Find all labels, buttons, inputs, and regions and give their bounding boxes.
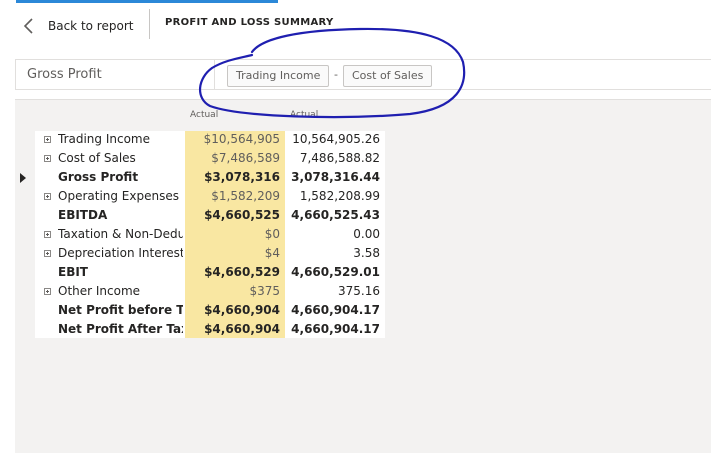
row-value-actual: $4,660,525 xyxy=(204,208,280,222)
row-label: Trading Income xyxy=(58,132,150,146)
row-value-actual: $4,660,904 xyxy=(204,322,280,336)
row-pointer-icon xyxy=(20,173,26,183)
row-value-actual-precise: 3,078,316.44 xyxy=(291,170,380,184)
row-label: Cost of Sales xyxy=(58,151,136,165)
page-title: PROFIT AND LOSS SUMMARY xyxy=(165,17,334,28)
row-value-actual: $0 xyxy=(264,227,280,241)
row-value-actual: $10,564,905 xyxy=(203,132,280,146)
table-row[interactable]: EBIT $4,660,529 4,660,529.01 xyxy=(35,264,385,283)
table-row[interactable]: Gross Profit $3,078,316 3,078,316.44 xyxy=(35,169,385,188)
table-row[interactable]: EBITDA $4,660,525 4,660,525.43 xyxy=(35,207,385,226)
row-value-actual: $3,078,316 xyxy=(204,170,280,184)
row-value-actual: $4,660,904 xyxy=(204,303,280,317)
row-value-actual-precise: 4,660,904.17 xyxy=(291,303,380,317)
formula-bar[interactable]: Gross Profit Trading Income - Cost of Sa… xyxy=(15,59,711,90)
measure-name[interactable]: Gross Profit xyxy=(27,67,102,82)
expand-plus-icon[interactable] xyxy=(44,288,51,295)
row-label: EBITDA xyxy=(58,208,108,222)
row-value-actual-precise: 3.58 xyxy=(353,246,380,260)
row-label: Depreciation Interest xyxy=(58,246,183,260)
column-header-actual-2[interactable]: Actual xyxy=(290,110,318,120)
row-value-actual-precise: 4,660,529.01 xyxy=(291,265,380,279)
expand-plus-icon[interactable] xyxy=(44,136,51,143)
column-header-actual-1[interactable]: Actual xyxy=(190,110,218,120)
table-row[interactable]: Taxation & Non-Dedu $0 0.00 xyxy=(35,226,385,245)
row-value-actual: $7,486,589 xyxy=(211,151,280,165)
table-row[interactable]: Net Profit before Tax $4,660,904 4,660,9… xyxy=(35,302,385,321)
row-label: EBIT xyxy=(58,265,88,279)
row-value-actual-precise: 375.16 xyxy=(338,284,380,298)
table-row[interactable]: Cost of Sales $7,486,589 7,486,588.82 xyxy=(35,150,385,169)
row-label: Taxation & Non-Dedu xyxy=(58,227,183,241)
row-value-actual-precise: 4,660,904.17 xyxy=(291,322,380,336)
formula-term-cost-of-sales[interactable]: Cost of Sales xyxy=(343,65,433,87)
header-divider xyxy=(149,9,150,39)
row-label: Net Profit before Tax xyxy=(58,303,183,317)
row-label: Gross Profit xyxy=(58,170,139,184)
expand-plus-icon[interactable] xyxy=(44,155,51,162)
row-label: Other Income xyxy=(58,284,141,298)
back-to-report-button[interactable]: Back to report xyxy=(22,12,133,40)
row-value-actual: $1,582,209 xyxy=(211,189,280,203)
row-value-actual: $375 xyxy=(249,284,280,298)
table-row[interactable]: Net Profit After Tax $4,660,904 4,660,90… xyxy=(35,321,385,340)
formula-divider xyxy=(214,60,215,89)
table-row[interactable]: Trading Income $10,564,905 10,564,905.26 xyxy=(35,131,385,150)
table-row[interactable]: Depreciation Interest $4 3.58 xyxy=(35,245,385,264)
top-accent-line xyxy=(16,0,278,3)
chevron-left-icon xyxy=(23,18,33,34)
row-value-actual-precise: 7,486,588.82 xyxy=(299,151,380,165)
row-value-actual-precise: 0.00 xyxy=(353,227,380,241)
table-row[interactable]: Other Income $375 375.16 xyxy=(35,283,385,302)
pnl-matrix: Trading Income $10,564,905 10,564,905.26… xyxy=(35,131,385,338)
row-value-actual: $4,660,529 xyxy=(204,265,280,279)
row-value-actual-precise: 4,660,525.43 xyxy=(291,208,380,222)
formula-term-trading-income[interactable]: Trading Income xyxy=(227,65,330,87)
formula-operator: - xyxy=(334,68,338,81)
table-row[interactable]: Operating Expenses $1,582,209 1,582,208.… xyxy=(35,188,385,207)
expand-plus-icon[interactable] xyxy=(44,193,51,200)
row-label: Operating Expenses xyxy=(58,189,179,203)
row-value-actual-precise: 1,582,208.99 xyxy=(299,189,380,203)
back-label: Back to report xyxy=(48,19,134,33)
row-label: Net Profit After Tax xyxy=(58,322,183,336)
expand-plus-icon[interactable] xyxy=(44,231,51,238)
row-value-actual-precise: 10,564,905.26 xyxy=(292,132,380,146)
expand-plus-icon[interactable] xyxy=(44,250,51,257)
row-value-actual: $4 xyxy=(264,246,280,260)
